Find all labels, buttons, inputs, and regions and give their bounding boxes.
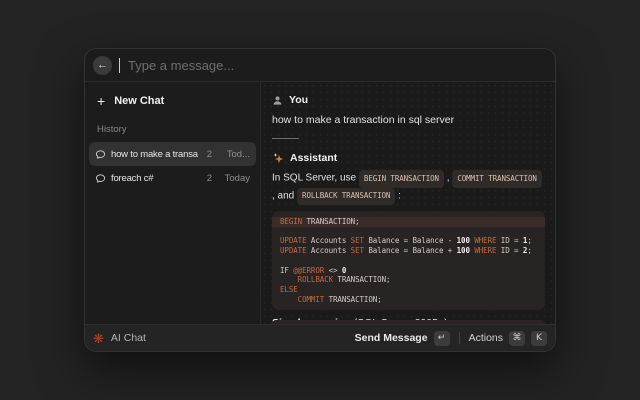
inline-code: COMMIT TRANSACTION <box>452 170 541 188</box>
ai-chat-window: ← Type a message... + New Chat History h… <box>84 48 556 352</box>
cmd-key-badge: ⌘ <box>509 331 525 346</box>
user-message-text: how to make a transaction in sql server <box>272 114 545 126</box>
code-line <box>280 227 537 237</box>
user-message-header: You <box>272 94 545 106</box>
message-divider <box>272 138 299 139</box>
message-input[interactable]: Type a message... <box>128 58 234 73</box>
chat-bubble-icon <box>95 173 106 184</box>
app-logo-icon: ❋ <box>93 332 104 345</box>
sql-code-block: BEGIN TRANSACTION; UPDATE Accounts SET B… <box>272 211 545 310</box>
enter-key-badge: ↵ <box>434 331 450 346</box>
code-line: ELSE <box>280 285 537 295</box>
sidebar: + New Chat History how to make a transa.… <box>85 82 261 324</box>
code-line <box>280 256 537 266</box>
k-key-badge: K <box>531 331 547 346</box>
send-message-button[interactable]: Send Message <box>355 332 428 344</box>
code-line: ROLLBACK TRANSACTION; <box>280 275 537 285</box>
history-heading: History <box>97 124 248 135</box>
history-item-foreach-csharp[interactable]: foreach c# 2 Today <box>89 166 256 190</box>
chat-transcript: You how to make a transaction in sql ser… <box>261 82 555 324</box>
code-line: COMMIT TRANSACTION; <box>280 295 537 305</box>
app-identity: ❋ AI Chat <box>93 332 146 345</box>
user-avatar-icon <box>272 95 283 106</box>
history-item-count: 2 <box>207 149 212 160</box>
chat-bubble-icon <box>95 149 106 160</box>
back-arrow-icon: ← <box>97 56 108 75</box>
actions-button[interactable]: Actions <box>469 332 503 344</box>
plus-icon: + <box>97 95 105 107</box>
code-line: IF @@ERROR <> 0 <box>280 266 537 276</box>
inline-code: BEGIN TRANSACTION <box>359 170 444 188</box>
status-bar: ❋ AI Chat Send Message ↵ Actions ⌘ K <box>85 324 555 351</box>
footer-divider <box>459 332 460 344</box>
assistant-message-header: Assistant <box>272 152 545 164</box>
code-line: UPDATE Accounts SET Balance = Balance + … <box>280 246 537 256</box>
new-chat-label: New Chat <box>114 95 164 107</box>
history-item-date: Tod... <box>224 149 250 160</box>
window-body: + New Chat History how to make a transa.… <box>85 82 555 324</box>
assistant-intro-text: In SQL Server, use BEGIN TRANSACTION , C… <box>272 170 545 205</box>
history-item-date: Today <box>224 173 250 184</box>
history-item-sql-transaction[interactable]: how to make a transa... 2 Tod... <box>89 142 256 166</box>
user-role-label: You <box>289 94 308 106</box>
inline-code: ROLLBACK TRANSACTION <box>297 188 395 206</box>
back-button[interactable]: ← <box>93 56 112 75</box>
code-line: BEGIN TRANSACTION; <box>272 217 545 227</box>
assistant-role-label: Assistant <box>290 152 337 164</box>
new-chat-button[interactable]: + New Chat <box>89 92 256 110</box>
text-cursor <box>119 58 120 73</box>
history-item-title: how to make a transa... <box>111 149 198 160</box>
desktop-background: ← Type a message... + New Chat History h… <box>0 0 640 400</box>
message-input-bar: ← Type a message... <box>85 49 555 82</box>
footer-actions: Send Message ↵ Actions ⌘ K <box>355 331 547 346</box>
next-code-block-partial <box>272 320 545 324</box>
app-name: AI Chat <box>111 332 146 344</box>
code-line: UPDATE Accounts SET Balance = Balance - … <box>280 236 537 246</box>
sparkle-icon <box>272 152 284 164</box>
history-item-title: foreach c# <box>111 173 198 184</box>
history-item-count: 2 <box>207 173 212 184</box>
